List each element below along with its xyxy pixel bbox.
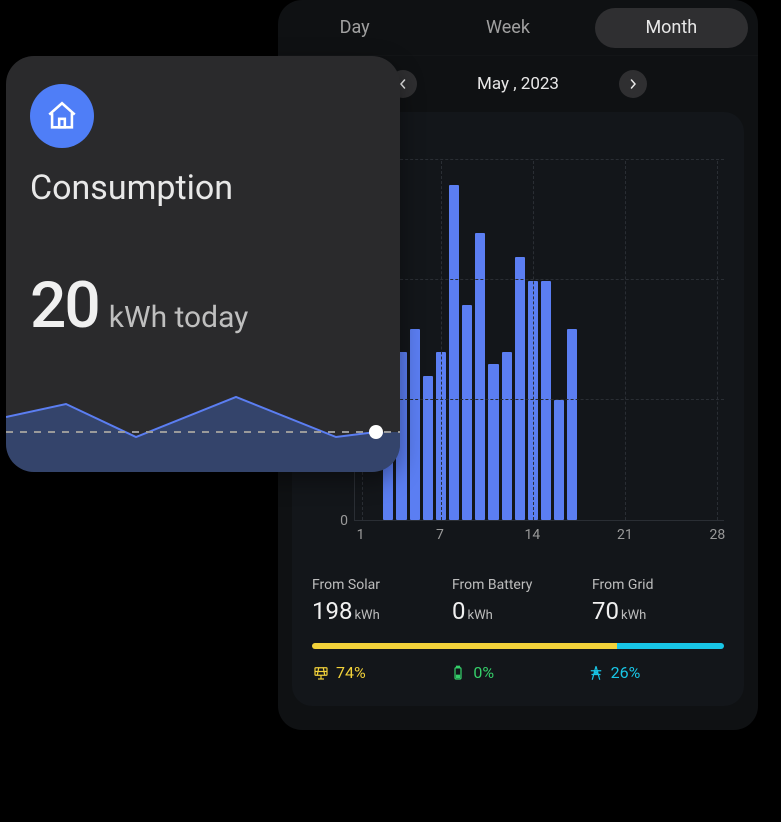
home-icon [30, 84, 94, 148]
chart-bar[interactable] [449, 185, 459, 520]
chart-bar[interactable] [502, 352, 512, 520]
chart-bar[interactable] [462, 305, 472, 520]
chart-plot [354, 161, 724, 521]
next-month-button[interactable] [619, 70, 647, 98]
house-icon [45, 99, 79, 133]
period-tabs: Day Week Month [278, 0, 758, 56]
source-summary: From Solar 198 kWh From Battery 0 kWh Fr… [312, 577, 724, 625]
chart-x-axis: 1 7 14 21 28 [354, 527, 724, 547]
x-tick: 28 [710, 527, 726, 543]
chart-bar[interactable] [423, 376, 433, 520]
percent-grid: 26% [587, 663, 724, 682]
tower-icon [587, 664, 605, 682]
bar-slot [475, 161, 485, 520]
bar-slot [672, 161, 682, 520]
percent-solar: 74% [312, 663, 449, 682]
x-tick: 7 [436, 527, 444, 543]
y-tick: 0 [340, 513, 348, 529]
source-solar-label: From Solar [312, 577, 444, 593]
source-solar-value: 198 [312, 597, 352, 625]
bar-slot [580, 161, 590, 520]
bar-slot [633, 161, 643, 520]
bar-slot [594, 161, 604, 520]
bar-slot [462, 161, 472, 520]
chart-y-axis-label: h [382, 132, 724, 151]
percent-grid-value: 26% [611, 663, 641, 682]
bar-slot [646, 161, 656, 520]
percent-solar-value: 74% [336, 663, 366, 682]
source-battery: From Battery 0 kWh [452, 577, 584, 625]
consumption-value-row: 20 kWh today [30, 268, 376, 343]
bar-slot [488, 161, 498, 520]
bar-slot [699, 161, 709, 520]
chart-bar[interactable] [541, 281, 551, 520]
source-battery-label: From Battery [452, 577, 584, 593]
consumption-sparkline [6, 382, 400, 472]
bar-slot [410, 161, 420, 520]
source-grid: From Grid 70 kWh [592, 577, 724, 625]
tab-month[interactable]: Month [595, 8, 748, 48]
percent-battery: 0% [449, 663, 586, 682]
chart-bar[interactable] [515, 257, 525, 520]
chart-bar[interactable] [475, 233, 485, 520]
consumption-title: Consumption [30, 168, 376, 208]
x-tick: 14 [525, 527, 541, 543]
source-solar-unit: kWh [354, 608, 379, 623]
source-grid-unit: kWh [621, 608, 646, 623]
source-grid-label: From Grid [592, 577, 724, 593]
consumption-value: 20 [30, 268, 99, 343]
chart-bar[interactable] [488, 364, 498, 520]
bar-slot [423, 161, 433, 520]
battery-icon [449, 664, 467, 682]
x-tick: 1 [357, 527, 365, 543]
percent-battery-value: 0% [473, 663, 494, 682]
chart-bar[interactable] [554, 400, 564, 520]
bar-slot [515, 161, 525, 520]
date-label: May , 2023 [477, 74, 559, 94]
tab-week[interactable]: Week [431, 8, 584, 48]
bar-slot [686, 161, 696, 520]
chart-bar[interactable] [567, 329, 577, 520]
source-battery-unit: kWh [468, 608, 493, 623]
bar-slot [567, 161, 577, 520]
x-tick: 21 [617, 527, 633, 543]
chart-bar[interactable] [410, 329, 420, 520]
chart-bars [355, 161, 724, 520]
progress-segment [617, 643, 724, 649]
chevron-right-icon [628, 79, 638, 89]
source-battery-value: 0 [452, 597, 466, 625]
source-progress-bar [312, 643, 724, 649]
solar-panel-icon [312, 664, 330, 682]
source-percent-row: 74% 0% 26% [312, 663, 724, 682]
bar-slot [502, 161, 512, 520]
bar-slot [554, 161, 564, 520]
source-grid-value: 70 [592, 597, 619, 625]
consumption-unit-label: kWh today [109, 300, 249, 335]
consumption-card: Consumption 20 kWh today [6, 56, 400, 472]
bar-slot [607, 161, 617, 520]
bar-slot [449, 161, 459, 520]
progress-segment [312, 643, 617, 649]
tab-day[interactable]: Day [278, 8, 431, 48]
source-solar: From Solar 198 kWh [312, 577, 444, 625]
bar-slot [541, 161, 551, 520]
bar-slot [659, 161, 669, 520]
